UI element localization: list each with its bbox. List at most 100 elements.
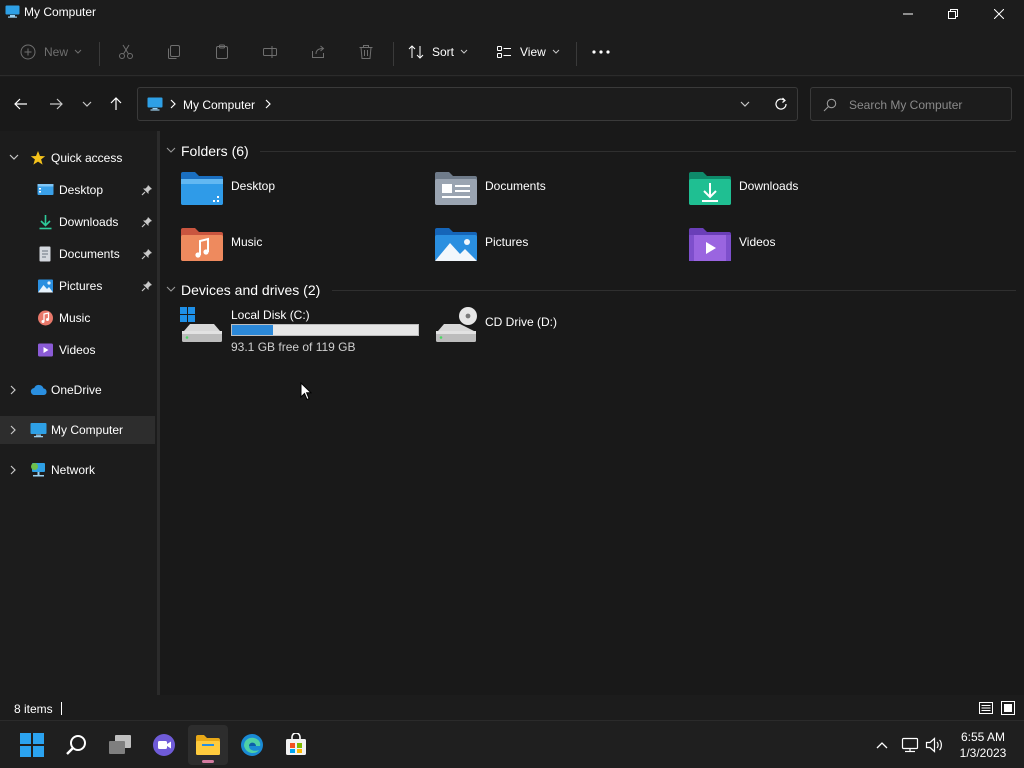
- clock-date: 1/3/2023: [959, 746, 1007, 760]
- sidebar-label: Downloads: [59, 215, 119, 229]
- pin-icon[interactable]: [141, 280, 153, 292]
- plus-circle-icon: [20, 44, 36, 60]
- sidebar-label: Network: [51, 463, 96, 477]
- new-button[interactable]: New: [20, 38, 82, 66]
- show-hidden-icons-button[interactable]: [872, 735, 892, 755]
- address-bar[interactable]: My Computer: [137, 87, 798, 121]
- chevron-right-icon[interactable]: [9, 385, 17, 395]
- folder-tile-desktop[interactable]: Desktop: [180, 169, 430, 219]
- edge-browser-button[interactable]: [232, 725, 272, 765]
- sidebar-label: Videos: [59, 343, 96, 357]
- sidebar-item-my-computer[interactable]: My Computer: [0, 416, 155, 444]
- back-button[interactable]: [9, 92, 33, 116]
- sidebar-item-videos[interactable]: Videos: [0, 336, 155, 364]
- chevron-down-icon: [460, 49, 468, 54]
- sidebar-label: My Computer: [51, 423, 124, 437]
- folder-tile-videos[interactable]: Videos: [688, 225, 938, 275]
- chevron-down-icon[interactable]: [9, 153, 19, 161]
- more-options-button[interactable]: [592, 38, 610, 66]
- breadcrumb-my-computer[interactable]: My Computer: [183, 98, 255, 112]
- folder-tile-pictures[interactable]: Pictures: [434, 225, 684, 275]
- sidebar-item-quick-access[interactable]: Quick access: [0, 144, 155, 172]
- status-bar: 8 items: [0, 695, 1024, 720]
- task-view-button[interactable]: [100, 725, 140, 765]
- folder-tile-documents[interactable]: Documents: [434, 169, 684, 219]
- delete-button[interactable]: [358, 38, 374, 66]
- chevron-down-icon: [166, 147, 176, 153]
- sidebar-item-pictures[interactable]: Pictures: [0, 272, 155, 300]
- folder-tile-music[interactable]: Music: [180, 225, 430, 275]
- view-label: View: [520, 45, 546, 59]
- taskbar-search-button[interactable]: [56, 725, 96, 765]
- drive-usage-bar: [231, 324, 419, 336]
- drive-label: Local Disk (C:): [231, 308, 310, 322]
- item-count: 8 items: [14, 702, 53, 716]
- sidebar-item-network[interactable]: Network: [0, 456, 155, 484]
- paste-button[interactable]: [214, 38, 230, 66]
- cut-button[interactable]: [118, 38, 134, 66]
- chevron-up-icon: [876, 742, 888, 749]
- large-icons-view-icon[interactable]: [1000, 700, 1016, 716]
- document-icon: [39, 246, 51, 262]
- folder-label: Desktop: [231, 179, 276, 193]
- pin-icon[interactable]: [141, 248, 153, 260]
- sidebar-label: Quick access: [51, 151, 123, 165]
- sidebar-item-onedrive[interactable]: OneDrive: [0, 376, 155, 404]
- address-history-chevron-icon[interactable]: [739, 98, 751, 110]
- restore-button[interactable]: [930, 0, 976, 28]
- folder-label: Documents: [485, 179, 546, 193]
- drive-usage-fill: [232, 325, 273, 335]
- sidebar-item-documents[interactable]: Documents: [0, 240, 155, 268]
- volume-button[interactable]: [924, 735, 944, 755]
- sort-button[interactable]: Sort: [408, 38, 468, 66]
- search-box[interactable]: [810, 87, 1012, 121]
- pin-icon[interactable]: [141, 216, 153, 228]
- sidebar-item-downloads[interactable]: Downloads: [0, 208, 155, 236]
- start-button[interactable]: [12, 725, 52, 765]
- clock[interactable]: 6:55 AM 1/3/2023: [952, 729, 1014, 761]
- drive-tile-local-disk[interactable]: Local Disk (C:) 93.1 GB free of 119 GB: [180, 307, 430, 357]
- chevron-right-icon[interactable]: [9, 425, 17, 435]
- minimize-button[interactable]: [885, 0, 931, 28]
- recent-locations-button[interactable]: [75, 92, 99, 116]
- ethernet-icon: [901, 737, 919, 753]
- up-button[interactable]: [104, 92, 128, 116]
- new-label: New: [44, 45, 69, 59]
- chevron-down-icon: [552, 49, 560, 54]
- cd-drive-icon: [436, 307, 477, 342]
- search-input[interactable]: [849, 96, 1004, 114]
- computer-icon: [5, 5, 20, 18]
- sidebar-item-music[interactable]: Music: [0, 304, 155, 332]
- details-view-icon[interactable]: [978, 700, 994, 716]
- network-status-button[interactable]: [900, 735, 920, 755]
- status-separator: [61, 702, 62, 715]
- forward-button[interactable]: [44, 92, 68, 116]
- refresh-icon[interactable]: [773, 96, 789, 112]
- folder-tile-downloads[interactable]: Downloads: [688, 169, 938, 219]
- computer-icon: [147, 97, 163, 111]
- content-pane: Folders (6) Desktop Documents Downloads: [160, 131, 1024, 695]
- chevron-down-icon: [82, 101, 92, 107]
- microsoft-store-button[interactable]: [276, 725, 316, 765]
- copy-icon: [168, 45, 180, 59]
- copy-button[interactable]: [166, 38, 182, 66]
- pin-icon[interactable]: [141, 184, 153, 196]
- close-button[interactable]: [976, 0, 1022, 28]
- documents-folder-icon: [435, 172, 477, 205]
- sidebar-item-desktop[interactable]: Desktop: [0, 176, 155, 204]
- computer-icon: [30, 423, 47, 438]
- drive-free-space: 93.1 GB free of 119 GB: [231, 340, 356, 354]
- chevron-down-icon: [74, 49, 82, 54]
- folder-label: Pictures: [485, 235, 529, 249]
- navigation-pane: Quick access Desktop Downloads Documents…: [0, 131, 157, 695]
- drive-tile-cd-drive[interactable]: CD Drive (D:): [434, 307, 684, 357]
- view-button[interactable]: View: [496, 38, 560, 66]
- sidebar-label: Desktop: [59, 183, 104, 197]
- rename-button[interactable]: [262, 38, 278, 66]
- sidebar-label: Music: [59, 311, 91, 325]
- chat-button[interactable]: [144, 725, 184, 765]
- share-button[interactable]: [310, 38, 326, 66]
- file-explorer-taskbar-button[interactable]: [188, 725, 228, 765]
- chevron-right-icon[interactable]: [265, 99, 271, 109]
- chevron-right-icon[interactable]: [9, 465, 17, 475]
